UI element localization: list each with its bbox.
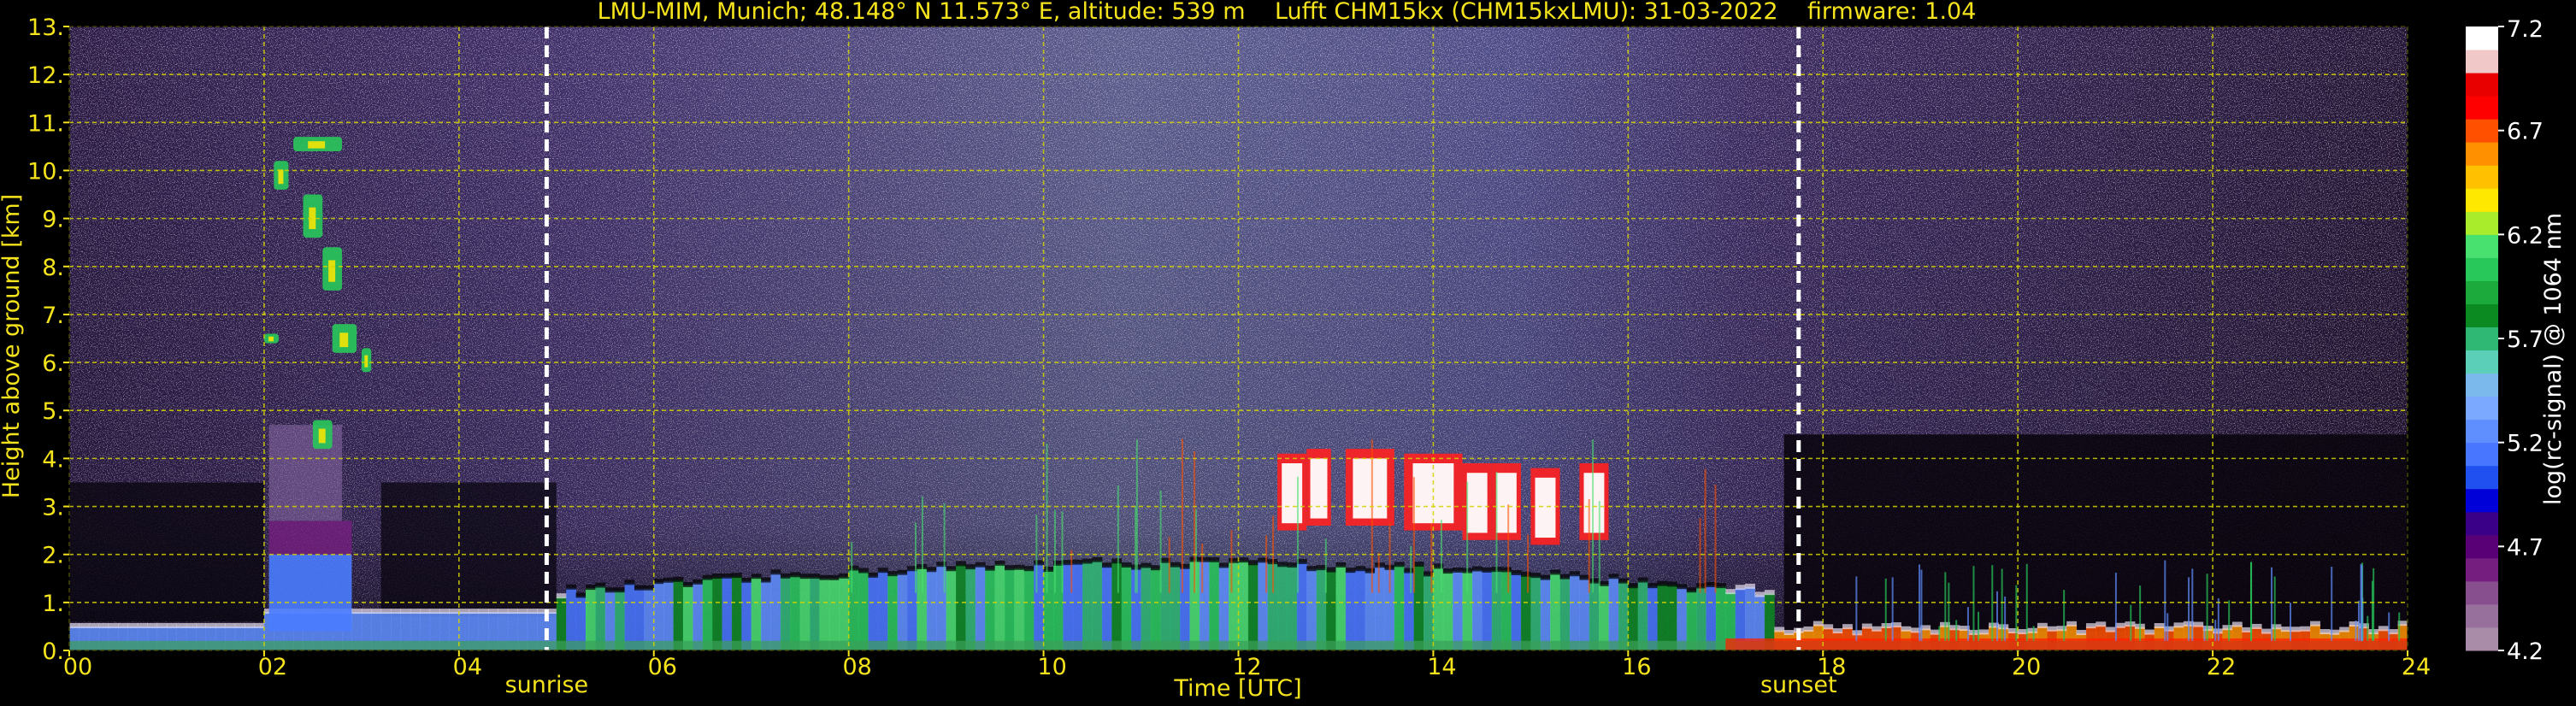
cumulus-core (1583, 473, 1605, 533)
colorbar-tick-label: 6.7 (2507, 119, 2544, 145)
y-tick-label: 2. (42, 543, 64, 569)
y-tick-label: 11. (27, 110, 64, 137)
y-tick-label: 4. (42, 446, 64, 473)
colorbar-swatch (2466, 26, 2498, 50)
x-tick-label: 24 (2402, 654, 2431, 680)
cumulus-core (1353, 458, 1388, 519)
x-tick-label: 08 (842, 654, 871, 680)
aerosol-block (268, 554, 352, 632)
colorbar-swatch (2466, 580, 2498, 605)
x-tick-label: 06 (648, 654, 677, 680)
cirrus-core (268, 336, 274, 342)
cirrus-core (308, 141, 326, 149)
colorbar-swatch (2466, 280, 2498, 304)
cirrus-core (318, 428, 326, 444)
cirrus-core (328, 260, 336, 282)
cumulus-core (1495, 473, 1517, 533)
colorbar-tick-label: 5.2 (2507, 431, 2544, 457)
colorbar-swatch (2466, 96, 2498, 120)
colorbar-swatch (2466, 419, 2498, 444)
colorbar-swatch (2466, 50, 2498, 74)
colorbar-swatch (2466, 350, 2498, 374)
aerosol-block (268, 521, 352, 555)
colorbar-tick-label: 4.7 (2507, 534, 2544, 561)
x-tick-label: 00 (63, 654, 92, 680)
y-tick-label: 10. (27, 158, 64, 185)
night-band (380, 482, 557, 617)
y-tick-label: 8. (42, 255, 64, 281)
colorbar-tick-label: 6.2 (2507, 222, 2544, 249)
y-tick-label: 7. (42, 303, 64, 329)
y-axis-label: Height above ground [km] (0, 194, 25, 498)
y-tick-label: 0. (42, 638, 64, 665)
colorbar: 4.2 4.7 5.2 5.7 6.2 6.7 7.2 (2466, 16, 2544, 665)
cumulus-core (1466, 473, 1488, 533)
cumulus-core (1535, 477, 1556, 538)
colorbar-swatch (2466, 442, 2498, 467)
x-tick-label: 18 (1817, 654, 1846, 680)
x-tick-label: 14 (1427, 654, 1456, 680)
colorbar-tick-label: 4.2 (2507, 638, 2544, 665)
colorbar-swatch (2466, 119, 2498, 143)
colorbar-swatch (2466, 396, 2498, 421)
ground-layer-evening (1725, 638, 2408, 650)
night-band (69, 482, 264, 622)
night-band (1783, 434, 2408, 632)
chart-title: LMU-MIM, Munich; 48.148° N 11.573° E, al… (598, 0, 1977, 25)
y-tick-label: 5. (42, 398, 64, 425)
colorbar-label: log(rc-signal) @ 1064 nm (2540, 213, 2567, 505)
colorbar-swatch (2466, 165, 2498, 189)
colorbar-swatch (2466, 188, 2498, 212)
cirrus-core (364, 355, 368, 368)
cumulus-core (1310, 458, 1328, 519)
y-tick-label: 6. (42, 350, 64, 377)
colorbar-swatch (2466, 603, 2498, 628)
colorbar-swatch (2466, 534, 2498, 559)
y-tick-label: 9. (42, 207, 64, 233)
y-tick-label: 13. (27, 15, 64, 41)
colorbar-swatch (2466, 303, 2498, 327)
colorbar-tick-label: 7.2 (2507, 16, 2544, 43)
y-tick-label: 1. (42, 591, 64, 617)
ceilometer-chart: sunrise sunset 00 02 04 06 08 10 12 14 16 18 20 22 24… (0, 0, 2567, 702)
colorbar-swatch (2466, 511, 2498, 536)
colorbar-swatch (2466, 557, 2498, 582)
sunrise-label: sunrise (505, 672, 589, 698)
colorbar-swatch (2466, 257, 2498, 281)
x-tick-label: 04 (453, 654, 482, 680)
colorbar-swatch (2466, 373, 2498, 397)
colorbar-swatch (2466, 627, 2498, 651)
x-tick-label: 16 (1622, 654, 1651, 680)
colorbar-swatch (2466, 465, 2498, 490)
colorbar-tick-label: 5.7 (2507, 327, 2544, 353)
y-tick-label: 3. (42, 495, 64, 521)
cirrus-core (278, 169, 284, 185)
colorbar-swatch (2466, 488, 2498, 513)
colorbar-swatch (2466, 234, 2498, 258)
y-tick-label: 12. (27, 62, 64, 89)
colorbar-swatch (2466, 211, 2498, 235)
cumulus-core (1282, 463, 1303, 524)
x-tick-label: 20 (2012, 654, 2041, 680)
colorbar-swatch (2466, 142, 2498, 166)
x-tick-label: 22 (2207, 654, 2236, 680)
x-tick-label: 02 (258, 654, 287, 680)
cirrus-core (339, 332, 349, 348)
colorbar-swatch (2466, 73, 2498, 97)
colorbar-swatch (2466, 327, 2498, 351)
x-axis-label: Time [UTC] (1173, 675, 1301, 702)
x-tick-label: 10 (1037, 654, 1066, 680)
